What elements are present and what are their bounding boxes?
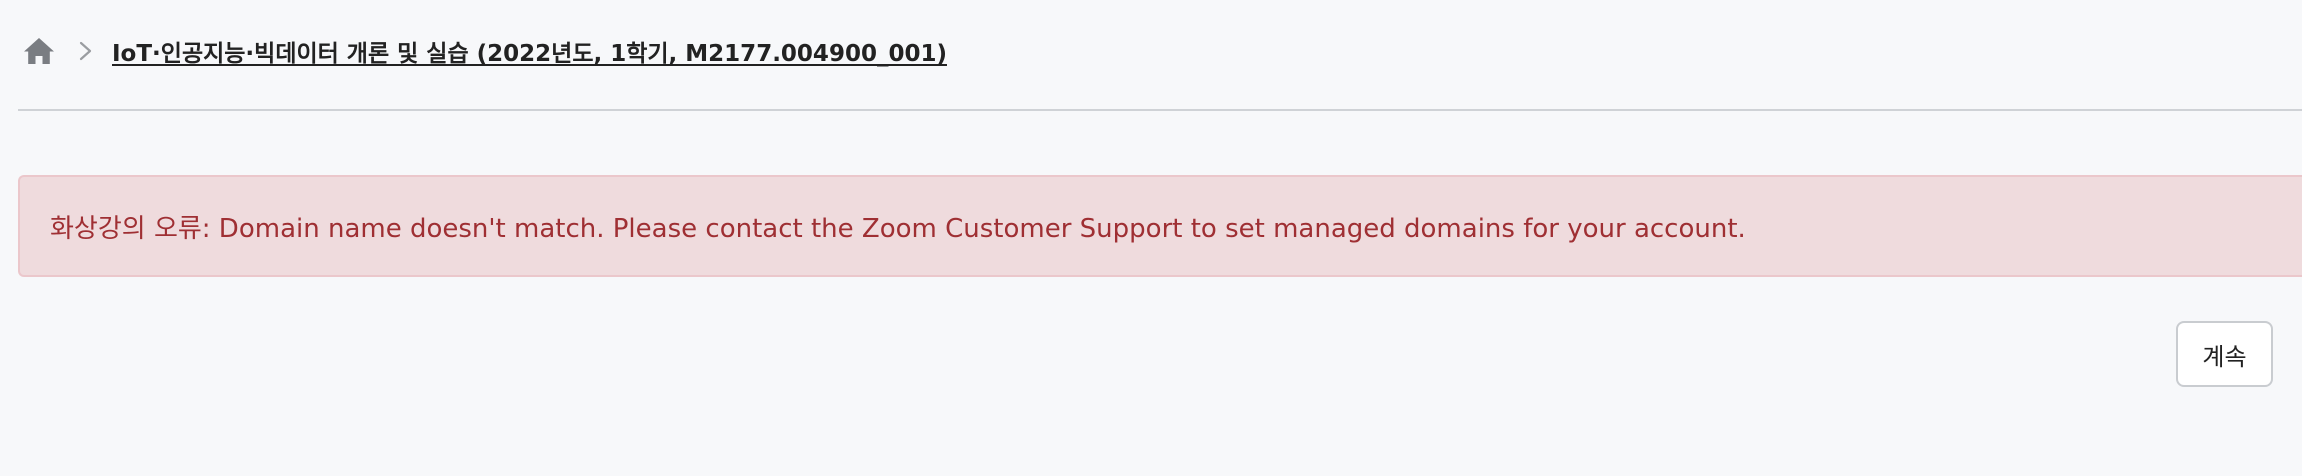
error-alert: 화상강의 오류: Domain name doesn't match. Plea… <box>18 175 2302 277</box>
header-divider <box>18 109 2302 111</box>
breadcrumb-course-link[interactable]: IoT·인공지능·빅데이터 개론 및 실습 (2022년도, 1학기, M217… <box>112 34 947 68</box>
chevron-right-icon <box>74 36 98 66</box>
continue-button[interactable]: 계속 <box>2176 321 2273 387</box>
breadcrumb: IoT·인공지능·빅데이터 개론 및 실습 (2022년도, 1학기, M217… <box>22 28 947 74</box>
error-alert-message: 화상강의 오류: Domain name doesn't match. Plea… <box>50 213 1746 244</box>
home-icon[interactable] <box>22 34 56 68</box>
page: IoT·인공지능·빅데이터 개론 및 실습 (2022년도, 1학기, M217… <box>0 0 2302 476</box>
